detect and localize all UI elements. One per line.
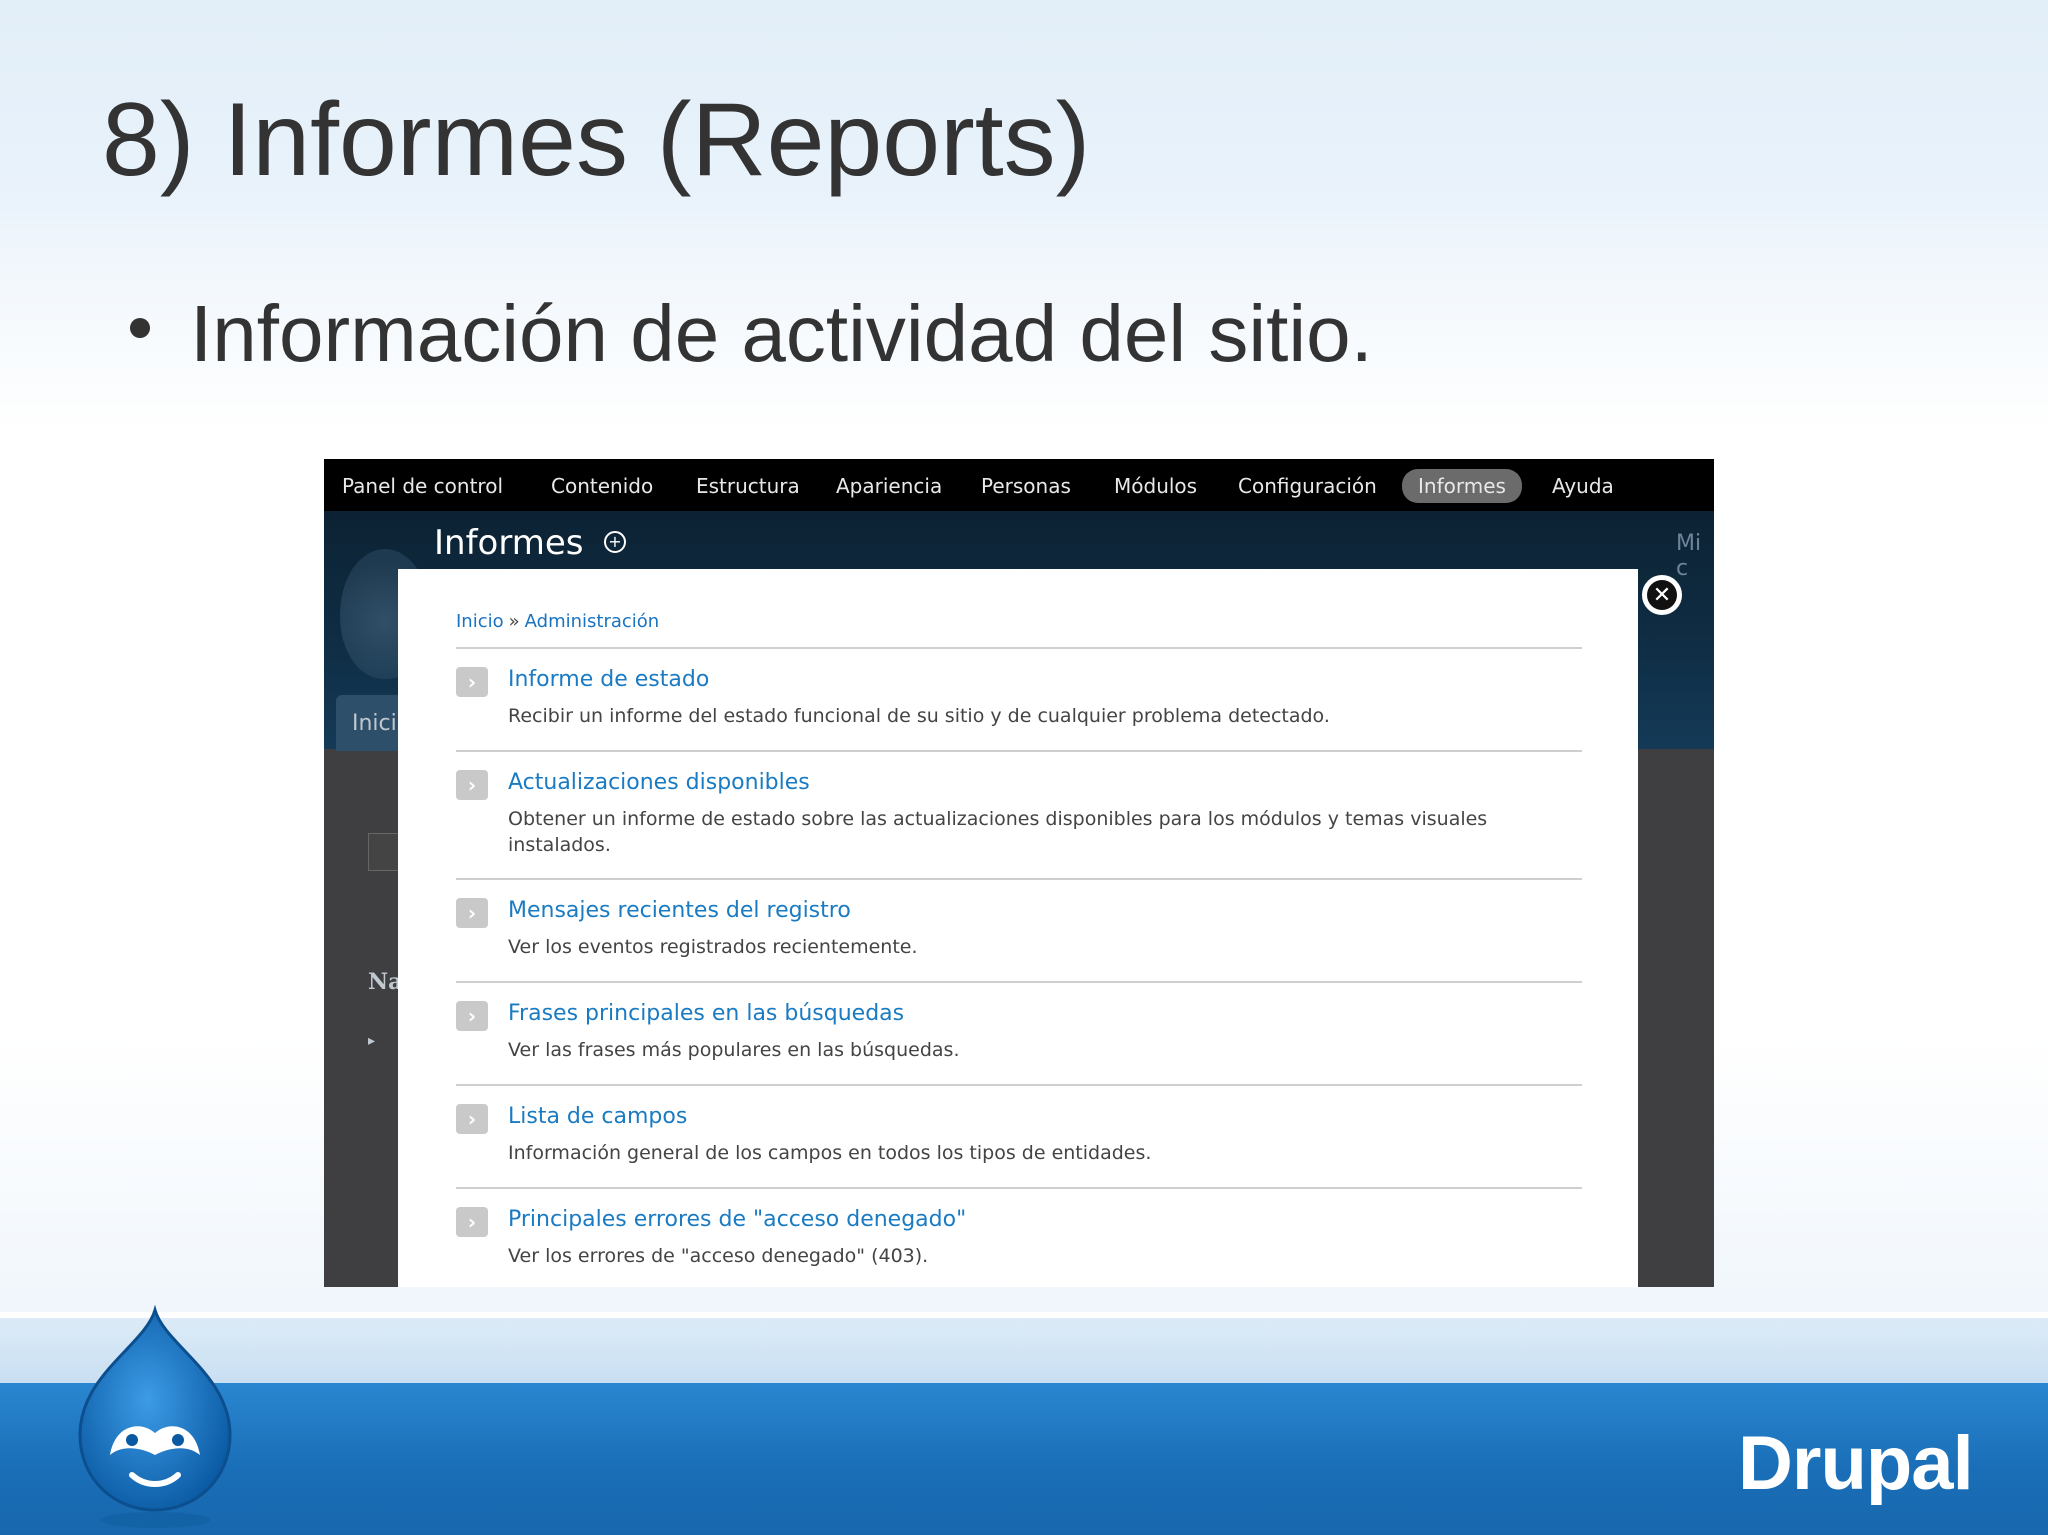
report-link[interactable]: Mensajes recientes del registro <box>508 898 851 923</box>
toolbar-item-apariencia[interactable]: Apariencia <box>836 471 942 501</box>
divider <box>456 647 1582 649</box>
plus-circle-icon[interactable]: + <box>604 531 626 553</box>
list-item: › Frases principales en las búsquedas Ve… <box>456 999 1582 1061</box>
list-item: › Actualizaciones disponibles Obtener un… <box>456 768 1582 856</box>
page-title: Informes <box>434 523 584 563</box>
chevron-right-icon: › <box>456 1207 488 1237</box>
background-user-link: Mi c <box>1676 531 1702 581</box>
close-button[interactable]: ✕ <box>1642 575 1682 615</box>
list-item: › Principales errores de "acceso denegad… <box>456 1205 1582 1267</box>
report-link[interactable]: Principales errores de "acceso denegado" <box>508 1207 966 1232</box>
toolbar-item-configuracion[interactable]: Configuración <box>1238 471 1377 501</box>
chevron-right-icon: › <box>456 1104 488 1134</box>
list-item: › Mensajes recientes del registro Ver lo… <box>456 896 1582 958</box>
report-description: Ver los errores de "acceso denegado" (40… <box>508 1245 929 1267</box>
report-link[interactable]: Frases principales en las búsquedas <box>508 1001 904 1026</box>
bullet-dot-icon <box>130 318 150 338</box>
report-description: Recibir un informe del estado funcional … <box>508 705 1330 727</box>
list-item: › Lista de campos Información general de… <box>456 1102 1582 1164</box>
toolbar-item-modulos[interactable]: Módulos <box>1114 471 1197 501</box>
drupal-wordmark: Drupal <box>1738 1421 1974 1506</box>
divider <box>456 878 1582 880</box>
slide-footer-light-band <box>0 1318 2048 1383</box>
toolbar-item-ayuda[interactable]: Ayuda <box>1552 471 1614 501</box>
slide-title: 8) Informes (Reports) <box>102 82 1091 198</box>
background-caret-icon: ▸ <box>368 1033 376 1049</box>
report-description: Ver las frases más populares en las búsq… <box>508 1039 960 1061</box>
divider <box>456 750 1582 752</box>
report-link[interactable]: Informe de estado <box>508 667 709 692</box>
bullet-text: Información de actividad del sitio. <box>190 289 1373 378</box>
chevron-right-icon: › <box>456 770 488 800</box>
breadcrumb-link-administracion[interactable]: Administración <box>525 611 660 632</box>
report-description: Obtener un informe de estado sobre las a… <box>508 808 1488 856</box>
breadcrumb-link-inicio[interactable]: Inicio <box>456 611 504 632</box>
background-tab-label: Inici <box>352 711 397 736</box>
report-link[interactable]: Actualizaciones disponibles <box>508 770 810 795</box>
breadcrumb: Inicio» Administración <box>456 611 659 632</box>
toolbar-item-contenido[interactable]: Contenido <box>551 471 653 501</box>
background-input <box>368 833 400 871</box>
divider <box>456 1187 1582 1189</box>
divider <box>456 981 1582 983</box>
report-description: Ver los eventos registrados recientement… <box>508 936 918 958</box>
reports-overlay-dialog: Inicio» Administración › Informe de estad… <box>398 569 1638 1287</box>
drupal-drop-logo <box>78 1305 232 1528</box>
toolbar-item-panel-de-control[interactable]: Panel de control <box>342 471 503 501</box>
toolbar-item-estructura[interactable]: Estructura <box>696 471 800 501</box>
toolbar-item-informes[interactable]: Informes <box>1402 469 1522 503</box>
chevron-right-icon: › <box>456 1001 488 1031</box>
toolbar-item-personas[interactable]: Personas <box>981 471 1071 501</box>
breadcrumb-separator: » <box>508 611 520 632</box>
report-link[interactable]: Lista de campos <box>508 1104 687 1129</box>
divider <box>456 1084 1582 1086</box>
report-description: Información general de los campos en tod… <box>508 1142 1152 1164</box>
list-item: › Informe de estado Recibir un informe d… <box>456 665 1582 727</box>
drupal-admin-screenshot: Panel de control Contenido Estructura Ap… <box>324 459 1714 1287</box>
chevron-right-icon: › <box>456 667 488 697</box>
admin-toolbar: Panel de control Contenido Estructura Ap… <box>324 459 1714 511</box>
close-icon: ✕ <box>1647 580 1677 610</box>
chevron-right-icon: › <box>456 898 488 928</box>
